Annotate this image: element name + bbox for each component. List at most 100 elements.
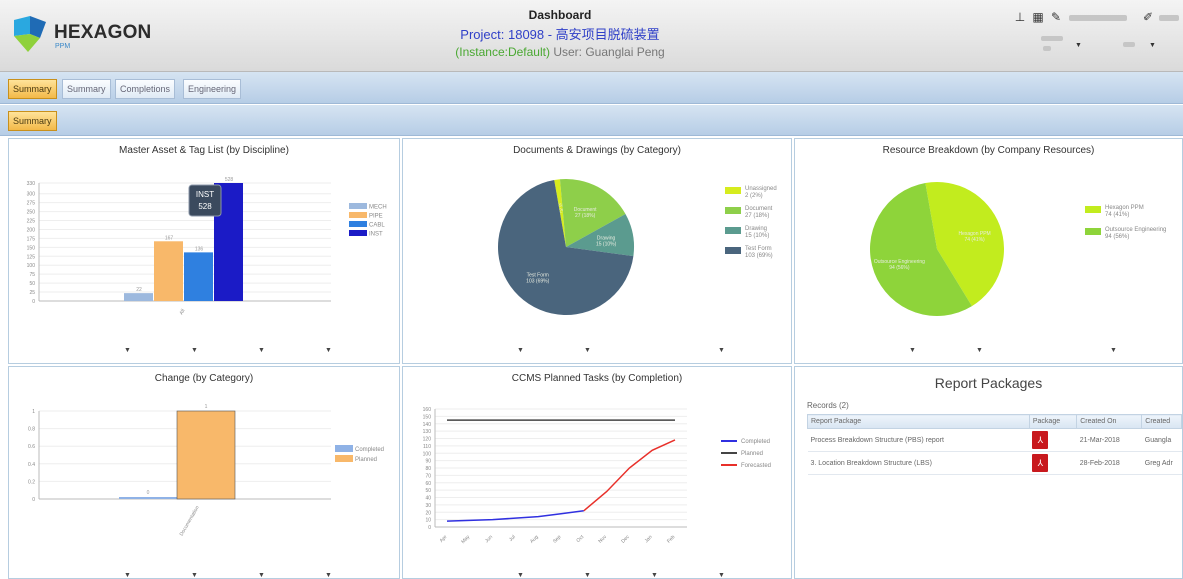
y-tick-label: 0 [32, 497, 35, 503]
legend-swatch [335, 455, 353, 462]
y-tick-label: 30 [425, 503, 431, 509]
y-tick-label: 25 [29, 290, 35, 296]
chevron-down-icon[interactable]: ▼ [718, 572, 725, 578]
column-header-package[interactable]: Package [1028, 414, 1078, 429]
tab-engineering[interactable]: Engineering [183, 79, 242, 99]
primary-tab-bar: Summary Summary Completions Engineering [0, 72, 1183, 104]
y-tick-label: 200 [27, 227, 36, 233]
y-tick-label: 75 [29, 272, 35, 278]
ccms-panel: CCMS Planned Tasks (by Completion) 0 10 20… [402, 366, 792, 579]
chevron-down-icon[interactable]: ▼ [124, 572, 131, 578]
brand-name: HEXAGON [54, 22, 152, 43]
report-packages-panel: Report Packages Records (2) Report Packa… [794, 366, 1183, 579]
y-tick-label: 20 [425, 510, 431, 516]
header-info: Dashboard Project: 18098 - 高安项目脱硫装置 (Ins… [380, 8, 740, 59]
pin-icon[interactable]: ✐ [1141, 10, 1155, 24]
table-row[interactable]: 3. Location Breakdown Structure (LBS) ⅄ … [807, 451, 1182, 475]
y-tick-label: 250 [27, 210, 36, 216]
chevron-down-icon[interactable]: ▼ [258, 347, 265, 354]
chevron-down-icon[interactable]: ▼ [976, 347, 983, 354]
table-header-row: Report Package Package Created On Create… [807, 414, 1182, 429]
grid-icon[interactable]: ▦ [1031, 10, 1045, 24]
tab-completions[interactable]: Completions [115, 79, 176, 99]
edit-icon[interactable]: ✎ [1049, 10, 1063, 24]
legend-label: PIPE [369, 214, 383, 220]
bar-value-label: 167 [165, 235, 174, 241]
chevron-down-icon[interactable]: ▼ [191, 347, 198, 354]
tooltip-series: INST [196, 190, 214, 199]
legend-value: 2 (2%) [745, 193, 763, 199]
chevron-down-icon[interactable]: ▼ [718, 347, 725, 354]
y-tick-label: 60 [425, 481, 431, 487]
tab-summary-active[interactable]: Summary [8, 79, 57, 99]
chevron-down-icon[interactable]: ▼ [651, 572, 658, 578]
x-tick-label: Jul [508, 534, 517, 543]
records-count: Records (2) [807, 401, 849, 410]
instance-label: (Instance:Default) [455, 45, 550, 59]
y-tick-label: 140 [423, 422, 432, 428]
chevron-down-icon[interactable]: ▼ [258, 572, 265, 578]
chevron-down-icon[interactable]: ▼ [325, 347, 332, 354]
toolbar-menu-placeholder[interactable] [1159, 15, 1179, 21]
y-tick-label: 0.8 [28, 427, 35, 433]
x-tick-label: Documentation [179, 505, 201, 537]
report-package-name[interactable]: Process Breakdown Structure (PBS) report [807, 428, 1030, 452]
legend-label: MECH [369, 205, 387, 211]
chevron-down-icon[interactable]: ▼ [191, 572, 198, 578]
legend-swatch [349, 230, 367, 236]
y-tick-label: 0 [32, 299, 35, 305]
bar-value-label: 22 [136, 287, 142, 293]
pdf-icon[interactable]: ⅄ [1032, 431, 1049, 449]
y-tick-label: 1 [32, 409, 35, 415]
chevron-down-icon[interactable]: ▼ [517, 347, 524, 354]
bar-value-label: 528 [225, 177, 234, 183]
panel-title: Report Packages [934, 375, 1043, 391]
hexagon-logo-icon [14, 16, 46, 52]
chevron-down-icon[interactable]: ▼ [909, 347, 916, 354]
report-package-name[interactable]: 3. Location Breakdown Structure (LBS) [807, 451, 1030, 475]
toolbar-submenu-placeholder [1041, 36, 1063, 41]
chevron-down-icon[interactable]: ▼ [1149, 42, 1156, 49]
project-label: Project: 18098 - 高安项目脱硫装置 [460, 27, 660, 42]
ccms-line-chart: 010 203040 5060 708090 100110120 130140 150160… [423, 407, 771, 545]
y-tick-label: 0.2 [28, 479, 35, 485]
panel-title: Documents & Drawings (by Category) [513, 145, 681, 156]
pdf-icon[interactable]: ⅄ [1032, 454, 1049, 472]
subtab-summary[interactable]: Summary [8, 111, 57, 131]
legend-label: CABL [369, 223, 385, 229]
chevron-down-icon[interactable]: ▼ [124, 347, 131, 354]
legend-label: Drawing [745, 226, 767, 232]
y-tick-label: 100 [423, 451, 432, 457]
created-by-cell: Guangla [1141, 428, 1182, 452]
package-cell: ⅄ [1029, 451, 1077, 475]
y-tick-label: 160 [423, 407, 432, 413]
chevron-down-icon[interactable]: ▼ [1075, 42, 1082, 49]
x-tick-label: Jun [484, 534, 494, 544]
chevron-down-icon[interactable]: ▼ [1110, 347, 1117, 354]
hierarchy-icon[interactable]: ⊥ [1013, 10, 1027, 24]
legend-swatch [725, 187, 741, 194]
y-tick-label: 125 [27, 254, 36, 260]
y-tick-label: 130 [423, 429, 432, 435]
legend-label: Planned [741, 451, 763, 457]
package-cell: ⅄ [1029, 428, 1077, 452]
change-panel: Change (by Category) 0 0.2 0.4 0.6 0.8 1 0 1 Doc… [8, 366, 400, 579]
toolbar-submenu-placeholder [1123, 42, 1135, 47]
bar-cabl [184, 252, 213, 301]
toolbar-menu-placeholder[interactable] [1069, 15, 1127, 21]
column-header-created-by[interactable]: Created [1141, 414, 1182, 429]
chevron-down-icon[interactable]: ▼ [517, 572, 524, 578]
tooltip-value: 528 [198, 202, 212, 211]
chevron-down-icon[interactable]: ▼ [584, 572, 591, 578]
master-asset-panel: Master Asset & Tag List (by Discipline) … [8, 138, 400, 364]
tab-summary[interactable]: Summary [62, 79, 111, 99]
column-header-report-package[interactable]: Report Package [807, 414, 1030, 429]
chevron-down-icon[interactable]: ▼ [325, 572, 332, 578]
secondary-tab-bar: Summary [0, 105, 1183, 136]
chevron-down-icon[interactable]: ▼ [584, 347, 591, 354]
report-packages-table: Report Package Package Created On Create… [807, 414, 1182, 475]
legend-swatch [349, 221, 367, 227]
y-tick-label: 80 [425, 466, 431, 472]
table-row[interactable]: Process Breakdown Structure (PBS) report… [807, 428, 1182, 452]
column-header-created-on[interactable]: Created On [1076, 414, 1143, 429]
